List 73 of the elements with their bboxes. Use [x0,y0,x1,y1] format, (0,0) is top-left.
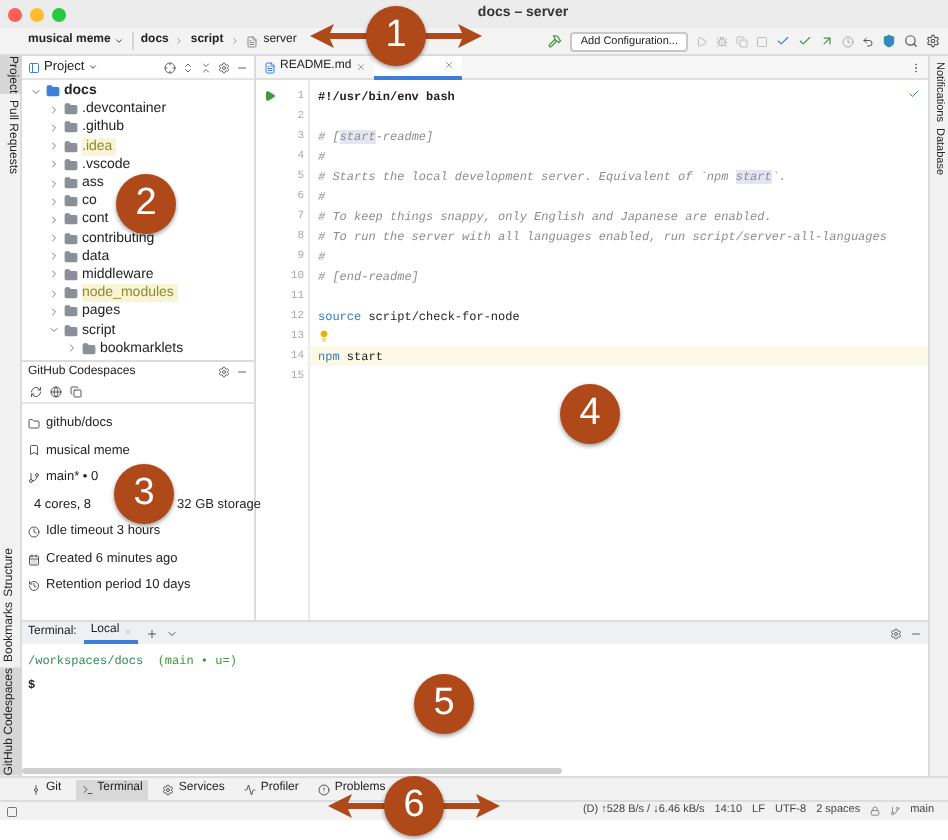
folder-icon [64,304,78,319]
run-icon[interactable] [264,90,276,102]
inspection-ok-icon [908,88,920,100]
number-badge: 2 [116,174,176,234]
folder-icon [82,341,96,356]
problems-icon [318,783,331,795]
chevron-down-icon[interactable] [88,62,99,72]
folder-icon [64,231,78,246]
close-window-button[interactable] [8,7,22,21]
git-icon [30,783,42,795]
play-icon[interactable] [696,35,708,47]
bug-icon[interactable] [716,35,728,47]
services-icon [162,783,175,795]
branch-icon [28,471,40,484]
folder-icon [64,267,78,282]
number-badge: 5 [414,674,474,734]
folder-icon [64,157,78,172]
profiler-icon [244,783,257,795]
coverage-icon[interactable] [736,35,748,47]
new-tab-icon[interactable] [145,627,158,639]
number-badge: 3 [114,464,174,524]
terminal-icon [81,783,94,795]
number-badge: 4 [560,384,620,444]
folder-icon [64,139,78,154]
layout-icon[interactable] [6,805,18,817]
plugin-icon[interactable] [882,34,896,48]
copy-icon[interactable] [70,386,82,398]
folder-icon [64,249,78,264]
minimize-window-button[interactable] [30,7,44,21]
bookmark-icon [28,444,40,457]
breadcrumb-separator-icon [174,36,185,46]
search-icon[interactable] [904,34,918,48]
stop-icon[interactable] [756,35,768,47]
folder-icon [64,102,78,117]
lock-icon[interactable] [870,806,881,816]
hammer-icon[interactable] [548,34,563,48]
minimize-icon[interactable] [236,61,248,73]
chevron-down-icon[interactable] [165,627,178,639]
globe-icon[interactable] [50,386,62,398]
folder-icon [64,120,78,135]
markdown-file-icon [264,61,276,73]
folder-icon [64,286,78,301]
commit-icon[interactable] [798,34,812,48]
check-icon[interactable] [776,34,790,48]
undo-icon[interactable] [862,35,874,47]
folder-icon [64,323,78,338]
history-icon[interactable] [842,35,854,47]
folder-icon [64,194,78,209]
folder-icon [46,84,60,99]
minimize-icon[interactable] [236,366,248,378]
refresh-icon[interactable] [30,386,42,398]
collapse-all-icon[interactable] [200,61,212,73]
push-icon[interactable] [820,34,834,48]
panel-icon [28,61,40,73]
settings-icon[interactable] [890,627,902,639]
locate-icon[interactable] [164,61,176,73]
minimize-icon[interactable] [910,627,922,639]
file-icon [245,35,258,47]
folder-icon [64,212,78,227]
settings-icon[interactable] [218,61,230,73]
branch-icon [890,806,901,816]
folder-icon [28,417,40,430]
chevron-down-icon [114,36,125,46]
scrollbar[interactable] [22,768,562,774]
calendar-icon [28,553,40,566]
settings-icon[interactable] [218,366,230,378]
folder-icon [64,176,78,191]
history-icon [28,580,40,593]
settings-icon[interactable] [926,34,940,48]
clock-icon [28,526,40,539]
zoom-window-button[interactable] [52,7,66,21]
breadcrumb-separator-icon [229,36,240,46]
lightbulb-icon[interactable] [318,330,330,342]
